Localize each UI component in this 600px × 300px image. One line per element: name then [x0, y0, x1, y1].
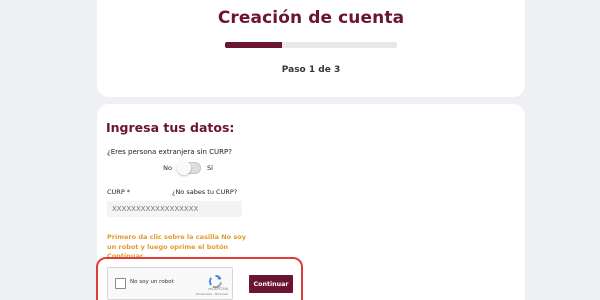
account-creation-page: Creación de cuenta Paso 1 de 3 Ingresa t…: [0, 0, 600, 300]
recaptcha-brand: reCAPTCHA: [208, 287, 228, 291]
toggle-no-label: No: [163, 164, 172, 172]
recaptcha-links: Privacidad - Términos: [196, 292, 228, 296]
form-title: Ingresa tus datos:: [106, 120, 235, 135]
recaptcha-checkbox[interactable]: [115, 278, 126, 289]
continue-button[interactable]: Continuar: [249, 275, 293, 293]
foreign-person-question: ¿Eres persona extranjera sin CURP?: [107, 148, 232, 156]
toggle-knob-icon: [176, 161, 191, 175]
curp-input[interactable]: [107, 201, 242, 217]
curp-label: CURP *: [107, 188, 131, 196]
foreign-person-toggle[interactable]: [176, 161, 201, 175]
recaptcha-widget: No soy un robot reCAPTCHA Privacidad - T…: [107, 267, 233, 300]
recaptcha-label: No soy un robot: [130, 279, 174, 285]
toggle-yes-label: Sí: [206, 164, 213, 172]
progress-fill: [225, 42, 282, 48]
progress-bar: [225, 42, 397, 48]
curp-help-link[interactable]: ¿No sabes tu CURP?: [172, 188, 237, 196]
account-progress-card: Creación de cuenta Paso 1 de 3: [97, 0, 525, 97]
foreign-person-toggle-row: No Sí: [97, 160, 279, 176]
page-title: Creación de cuenta: [217, 8, 405, 28]
step-indicator: Paso 1 de 3: [281, 65, 341, 75]
